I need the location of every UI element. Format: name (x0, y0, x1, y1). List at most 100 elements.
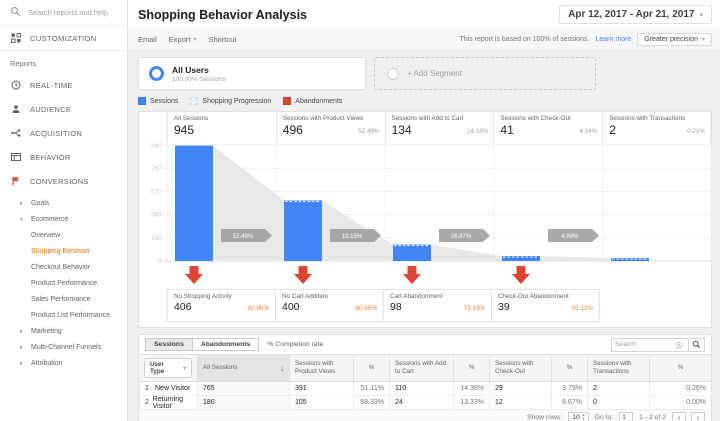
shortcut-button[interactable]: Shortcut (208, 35, 236, 44)
table-cell: 765 (197, 382, 289, 396)
column-label: % (566, 364, 573, 372)
abandonment-percent: 73.13% (463, 305, 485, 312)
goto-page-input[interactable] (619, 412, 634, 421)
sidebar-item-goals[interactable]: ▸ Goals (0, 195, 127, 211)
column-header-sessions-with-product-views[interactable]: Sessions with Product Views (289, 355, 353, 382)
sidebar-item-product-performance[interactable]: Product Performance (0, 275, 127, 291)
report-content: All Users 100.00% Sessions + Add Segment… (128, 51, 720, 421)
report-toolbar: Email Export ▾ Shortcut This report is b… (128, 29, 720, 51)
sidebar-item-behavior[interactable]: BEHAVIOR (0, 145, 127, 169)
app: CUSTOMIZATION Reports REAL-TIME AUDIENCE A… (0, 0, 720, 421)
table-row-dimension: 1 New Visitor (139, 382, 197, 396)
sidebar-item-overview[interactable]: Overview (0, 227, 127, 243)
abandonment-check-out-abandonment: Check-Out Abandonment 39 95.12% (491, 289, 600, 322)
sidebar-search[interactable] (0, 0, 127, 26)
export-button[interactable]: Export ▾ (169, 35, 197, 44)
table-search (611, 336, 705, 354)
column-label: All Sessions (203, 364, 238, 372)
legend-item-abandonments: Abandonments (283, 97, 342, 105)
column-header-sessions-with-transactions[interactable]: Sessions with Transactions (587, 355, 649, 382)
sidebar-item-label: Goals (31, 199, 50, 207)
next-page-button[interactable]: › (691, 411, 705, 421)
sidebar-item-shopping-behavior[interactable]: Shopping Behavior (0, 243, 127, 259)
learn-more-link[interactable]: Learn more (595, 36, 631, 43)
sidebar-item-ecommerce[interactable]: ▾ Ecommerce (0, 211, 127, 227)
table-search-box[interactable] (611, 336, 689, 354)
tab-sessions[interactable]: Sessions (145, 338, 193, 351)
svg-text:26.87%: 26.87% (451, 234, 472, 240)
precision-dropdown[interactable]: Greater precision ▾ (637, 33, 712, 46)
prev-page-button[interactable]: ‹ (672, 411, 686, 421)
row-name[interactable]: New Visitor (155, 385, 190, 392)
clock-icon (10, 80, 21, 90)
column-header-percent-9[interactable]: % (649, 355, 711, 382)
funnel-headers: All Sessions 945 Sessions with Product Vie… (139, 112, 711, 143)
abandonment-label: Cart Abandonment (390, 293, 443, 300)
sidebar-item-conversions[interactable]: CONVERSIONS (0, 169, 127, 193)
chevron-down-icon: ▾ (701, 37, 705, 43)
column-header-user-type[interactable]: User Type ▾ (139, 355, 197, 382)
column-header-percent-3[interactable]: % (353, 355, 389, 382)
legend-swatch (283, 97, 292, 105)
sidebar-item-label: Ecommerce (31, 215, 69, 223)
stage-label: Sessions with Check-Out (500, 115, 571, 122)
sidebar-nav: REAL-TIME AUDIENCE ACQUISITION BEHAVIOR CONV… (0, 73, 127, 373)
search-icon (692, 336, 701, 354)
chevron-down-icon: ▾ (193, 37, 197, 43)
svg-text:760: 760 (151, 166, 162, 172)
legend-label: Abandonments (295, 97, 343, 105)
email-button[interactable]: Email (138, 35, 157, 44)
funnel-card: All Sessions 945 Sessions with Product Vie… (138, 111, 712, 328)
column-header-sessions-with-check-out[interactable]: Sessions with Check-Out (489, 355, 551, 382)
sidebar-search-input[interactable] (28, 8, 125, 17)
sidebar-item-label: ACQUISITION (30, 128, 83, 138)
svg-text:190: 190 (151, 236, 162, 242)
funnel-stage-sessions-with-product-views: Sessions with Product Views 496 52.49% (275, 112, 385, 143)
sidebar-item-acquisition[interactable]: ACQUISITION (0, 121, 127, 145)
completion-rate-link[interactable]: % Completion rate (267, 341, 323, 348)
abandonment-label: Check-Out Abandonment (498, 293, 569, 300)
chevron-down-icon: ▾ (699, 11, 703, 19)
table-cell: 6.67% (551, 396, 587, 410)
advanced-search-icon[interactable] (675, 336, 683, 354)
dimension-selector[interactable]: User Type ▾ (144, 358, 192, 378)
column-header-sessions-with-add-to-cart[interactable]: Sessions with Add to Cart (389, 355, 453, 382)
segment-title: All Users (172, 64, 209, 75)
tab-abandonments[interactable]: Abandonments (191, 338, 260, 351)
add-segment-button[interactable]: + Add Segment (374, 57, 596, 90)
stepper-icon: ▴ ▾ (582, 413, 585, 421)
toolbar-right: This report is based on 100% of sessions… (460, 33, 712, 46)
sidebar-item-marketing[interactable]: ▸ Marketing (0, 323, 127, 339)
segment-all-users[interactable]: All Users 100.00% Sessions (138, 57, 366, 90)
row-name[interactable]: Returning Visitor (153, 396, 192, 410)
date-range-selector[interactable]: Apr 12, 2017 - Apr 21, 2017 ▾ (559, 5, 712, 24)
column-header-percent-7[interactable]: % (551, 355, 587, 382)
sidebar-item-customization[interactable]: CUSTOMIZATION (0, 26, 127, 51)
column-label: Sessions with Transactions (593, 360, 632, 375)
abandonment-percent: 42.96% (247, 305, 269, 312)
sidebar-item-label: REAL-TIME (30, 80, 73, 90)
table-search-input[interactable] (615, 341, 675, 348)
sidebar-item-multi-channel-funnels[interactable]: ▸ Multi-Channel Funnels (0, 339, 127, 355)
sidebar-item-audience[interactable]: AUDIENCE (0, 97, 127, 121)
segment-donut-icon (149, 66, 164, 81)
sidebar-item-checkout-behavior[interactable]: Checkout Behavior (0, 259, 127, 275)
person-icon (10, 104, 21, 114)
column-label: % (677, 364, 684, 372)
sidebar-item-product-list-performance[interactable]: Product List Performance (0, 307, 127, 323)
sidebar-item-real-time[interactable]: REAL-TIME (0, 73, 127, 97)
column-header-all-sessions[interactable]: All Sessions ↓ (197, 355, 289, 382)
column-header-percent-5[interactable]: % (453, 355, 489, 382)
svg-text:380: 380 (151, 213, 162, 219)
show-rows-select[interactable]: 10 ▴ ▾ (568, 412, 589, 421)
sidebar-item-label: Multi-Channel Funnels (31, 343, 102, 351)
svg-text:52.49%: 52.49% (233, 234, 254, 240)
column-label: % (368, 364, 375, 372)
search-submit-button[interactable] (689, 336, 705, 354)
legend-item-shopping-progression: Shopping Progression (190, 97, 271, 105)
chevron-down-icon: ▾ (20, 216, 24, 223)
abandonment-value: 39 (498, 301, 510, 313)
legend-swatch (138, 97, 146, 105)
sidebar-item-attribution[interactable]: ▸ Attribution (0, 355, 127, 371)
sidebar-item-sales-performance[interactable]: Sales Performance (0, 291, 127, 307)
